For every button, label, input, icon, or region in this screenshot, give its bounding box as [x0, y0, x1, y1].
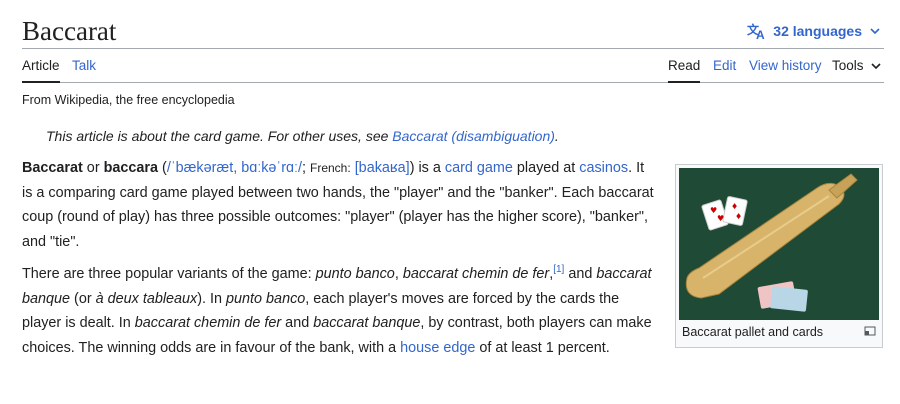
- title-row: Baccarat 文 A 32 languages: [22, 14, 884, 49]
- languages-label: 32 languages: [773, 23, 862, 39]
- term-italic: punto banco: [226, 290, 306, 307]
- tools-label: Tools: [832, 58, 864, 73]
- infobox-caption: Baccarat pallet and cards: [682, 325, 824, 339]
- french-ipa-link[interactable]: [bakaʁa]: [355, 160, 410, 176]
- french-label: French:: [310, 161, 351, 175]
- text-fragment: played at: [512, 160, 580, 176]
- tabs-row: Article Talk Read Edit View history Tool…: [22, 50, 884, 83]
- text-fragment: There are three popular variants of the …: [22, 266, 316, 282]
- term-italic: à deux tableaux: [95, 290, 198, 307]
- tab-read[interactable]: Read: [668, 58, 701, 83]
- enlarge-icon[interactable]: [864, 326, 876, 336]
- text-fragment: ;: [302, 160, 310, 176]
- ipa-link[interactable]: /ˈbækəræt, bɑːkəˈrɑː/: [167, 160, 302, 176]
- term-italic: baccarat chemin de fer: [402, 266, 550, 282]
- text-fragment: of at least 1 percent.: [475, 339, 610, 356]
- card-game-link[interactable]: card game: [445, 160, 513, 176]
- tab-talk[interactable]: Talk: [72, 58, 96, 81]
- term-italic: baccarat banque: [313, 315, 421, 331]
- translate-icon: 文 A: [747, 22, 765, 40]
- hatnote: This article is about the card game. For…: [46, 128, 559, 144]
- term-baccarat: Baccarat: [22, 160, 83, 176]
- house-edge-link[interactable]: house edge: [400, 340, 475, 356]
- tagline: From Wikipedia, the free encyclopedia: [22, 93, 235, 107]
- text-fragment: or: [82, 160, 104, 176]
- text-fragment: (: [158, 160, 167, 176]
- term-italic: punto banco: [315, 266, 395, 282]
- tab-edit[interactable]: Edit: [713, 58, 736, 81]
- tools-menu[interactable]: Tools: [832, 58, 882, 81]
- tab-view-history[interactable]: View history: [749, 58, 822, 81]
- svg-text:♦: ♦: [731, 202, 738, 211]
- chevron-down-icon: [870, 62, 881, 69]
- variants-paragraph: There are three popular variants of the …: [22, 262, 654, 360]
- chevron-down-icon: [870, 28, 880, 35]
- svg-text:A: A: [756, 28, 765, 40]
- svg-text:♦: ♦: [735, 212, 742, 221]
- term-baccara: baccara: [103, 160, 159, 176]
- svg-text:♥: ♥: [717, 214, 724, 223]
- infobox: ♥ ♥ ♦ ♦ Baccarat pallet and cards: [675, 164, 883, 348]
- reference-link[interactable]: [1]: [553, 264, 564, 275]
- languages-button[interactable]: 文 A 32 languages: [747, 22, 882, 40]
- lead-paragraph: Baccarat or baccara (/ˈbækəræt, bɑːkəˈrɑ…: [22, 156, 654, 254]
- text-fragment: ). In: [197, 290, 227, 307]
- baccarat-pallet-image[interactable]: ♥ ♥ ♦ ♦: [679, 168, 879, 320]
- text-fragment: ,: [394, 266, 403, 282]
- term-italic: baccarat chemin de fer: [134, 315, 282, 331]
- text-fragment: (or: [70, 290, 96, 307]
- text-fragment: and: [281, 315, 314, 331]
- page-title: Baccarat: [22, 16, 117, 46]
- casinos-link[interactable]: casinos: [579, 160, 628, 176]
- text-fragment: and: [564, 266, 597, 282]
- hatnote-text: This article is about the card game. For…: [46, 128, 393, 144]
- tab-article[interactable]: Article: [22, 58, 60, 83]
- text-fragment: ) is a: [409, 160, 445, 176]
- disambiguation-link[interactable]: Baccarat (disambiguation): [392, 128, 555, 144]
- hatnote-end: .: [554, 128, 559, 144]
